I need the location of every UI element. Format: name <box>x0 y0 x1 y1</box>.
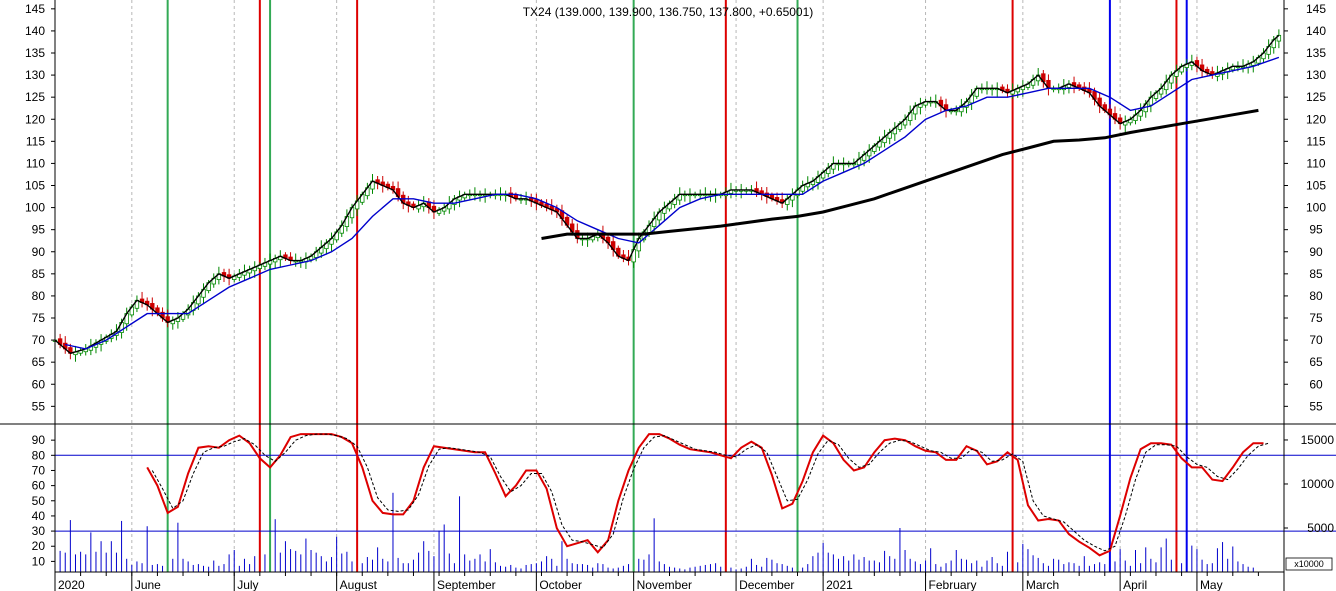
price-tick-label-left: 80 <box>32 289 46 303</box>
frame-layer <box>0 0 1336 591</box>
volume-layer <box>59 492 1254 572</box>
oscillator-tick-label: 20 <box>32 539 46 553</box>
tick-labels-layer: 55 55 60 60 65 65 70 70 75 75 80 80 85 85 90 90 95 95 100 1… <box>25 2 1334 591</box>
x-tick-label: 2020 <box>58 578 85 591</box>
price-tick-label-right: 75 <box>1309 311 1323 325</box>
oscillator-tick-label: 70 <box>32 463 46 477</box>
price-tick-label-right: 140 <box>1306 24 1326 38</box>
oscillator-tick-label: 90 <box>32 433 46 447</box>
price-tick-label-left: 145 <box>25 2 45 16</box>
price-tick-label-left: 60 <box>32 377 46 391</box>
price-tick-label-right: 95 <box>1309 223 1323 237</box>
price-tick-label-right: 60 <box>1309 377 1323 391</box>
oscillator-tick-label: 50 <box>32 494 46 508</box>
price-tick-label-left: 125 <box>25 90 45 104</box>
price-tick-label-left: 135 <box>25 46 45 60</box>
oscillator-line <box>146 433 1264 557</box>
price-tick-label-left: 55 <box>32 399 46 413</box>
price-tick-label-left: 115 <box>26 134 45 148</box>
price-tick-label-right: 85 <box>1309 267 1323 281</box>
price-tick-label-left: 120 <box>25 112 45 126</box>
price-tick-label-right: 110 <box>1306 156 1325 170</box>
price-tick-label-right: 145 <box>1306 2 1326 16</box>
x-tick-label: March <box>1026 578 1059 591</box>
chart-title: TX24 (139.000, 139.900, 136.750, 137.800… <box>523 5 814 19</box>
x-tick-label: November <box>637 578 692 591</box>
short-moving-average-line <box>65 56 1280 350</box>
x-tick-label: April <box>1123 578 1147 591</box>
price-tick-label-left: 95 <box>32 223 46 237</box>
price-tick-label-right: 115 <box>1306 134 1325 148</box>
price-tick-label-right: 80 <box>1309 289 1323 303</box>
volume-tick-label: 10000 <box>1301 477 1335 491</box>
volume-unit-label: x10000 <box>1294 559 1324 569</box>
price-tick-label-right: 65 <box>1309 355 1323 369</box>
price-tick-label-left: 140 <box>25 24 45 38</box>
volume-tick-label: 5000 <box>1307 521 1334 535</box>
volume-tick-label: 15000 <box>1301 433 1335 447</box>
price-tick-label-right: 70 <box>1309 333 1323 347</box>
oscillator-tick-label: 60 <box>32 479 46 493</box>
price-tick-label-right: 90 <box>1309 245 1323 259</box>
price-tick-label-right: 135 <box>1306 46 1326 60</box>
price-tick-label-left: 70 <box>32 333 46 347</box>
price-tick-label-right: 120 <box>1306 112 1326 126</box>
oscillator-tick-label: 40 <box>32 509 46 523</box>
price-tick-label-right: 125 <box>1306 90 1326 104</box>
oscillator-signal-line <box>151 433 1269 552</box>
price-tick-label-left: 85 <box>32 267 46 281</box>
price-tick-label-right: 105 <box>1306 179 1326 193</box>
price-tick-label-left: 75 <box>32 311 46 325</box>
price-tick-label-left: 110 <box>26 156 45 170</box>
chart-svg: 55 55 60 60 65 65 70 70 75 75 80 80 85 85 90 90 95 95 100 1… <box>0 0 1336 591</box>
x-tick-label: June <box>135 578 161 591</box>
oscillator-tick-label: 80 <box>32 448 46 462</box>
price-tick-label-right: 130 <box>1306 68 1326 82</box>
oscillator-tick-label: 10 <box>32 554 46 568</box>
grid-layer <box>131 0 1198 572</box>
candles-layer <box>52 29 1282 362</box>
x-tick-label: 2021 <box>826 578 853 591</box>
x-tick-label: September <box>437 578 496 591</box>
signal-lines-layer <box>166 0 1188 572</box>
price-tick-label-left: 65 <box>32 355 46 369</box>
chart-root: 55 55 60 60 65 65 70 70 75 75 80 80 85 85 90 90 95 95 100 1… <box>0 0 1336 591</box>
price-tick-label-left: 100 <box>25 201 45 215</box>
oscillator-tick-label: 30 <box>32 524 46 538</box>
close-line <box>54 34 1280 355</box>
x-tick-label: October <box>539 578 582 591</box>
price-tick-label-right: 55 <box>1309 399 1323 413</box>
price-tick-label-left: 90 <box>32 245 46 259</box>
x-tick-label: May <box>1200 578 1223 591</box>
price-tick-label-right: 100 <box>1306 201 1326 215</box>
x-tick-label: August <box>340 578 378 591</box>
series-layer <box>54 34 1280 557</box>
x-tick-label: July <box>237 578 258 591</box>
price-tick-label-left: 130 <box>25 68 45 82</box>
oscillator-reference-lines <box>55 454 1336 532</box>
x-tick-label: February <box>929 578 977 591</box>
x-tick-label: December <box>739 578 794 591</box>
price-tick-label-left: 105 <box>25 179 45 193</box>
